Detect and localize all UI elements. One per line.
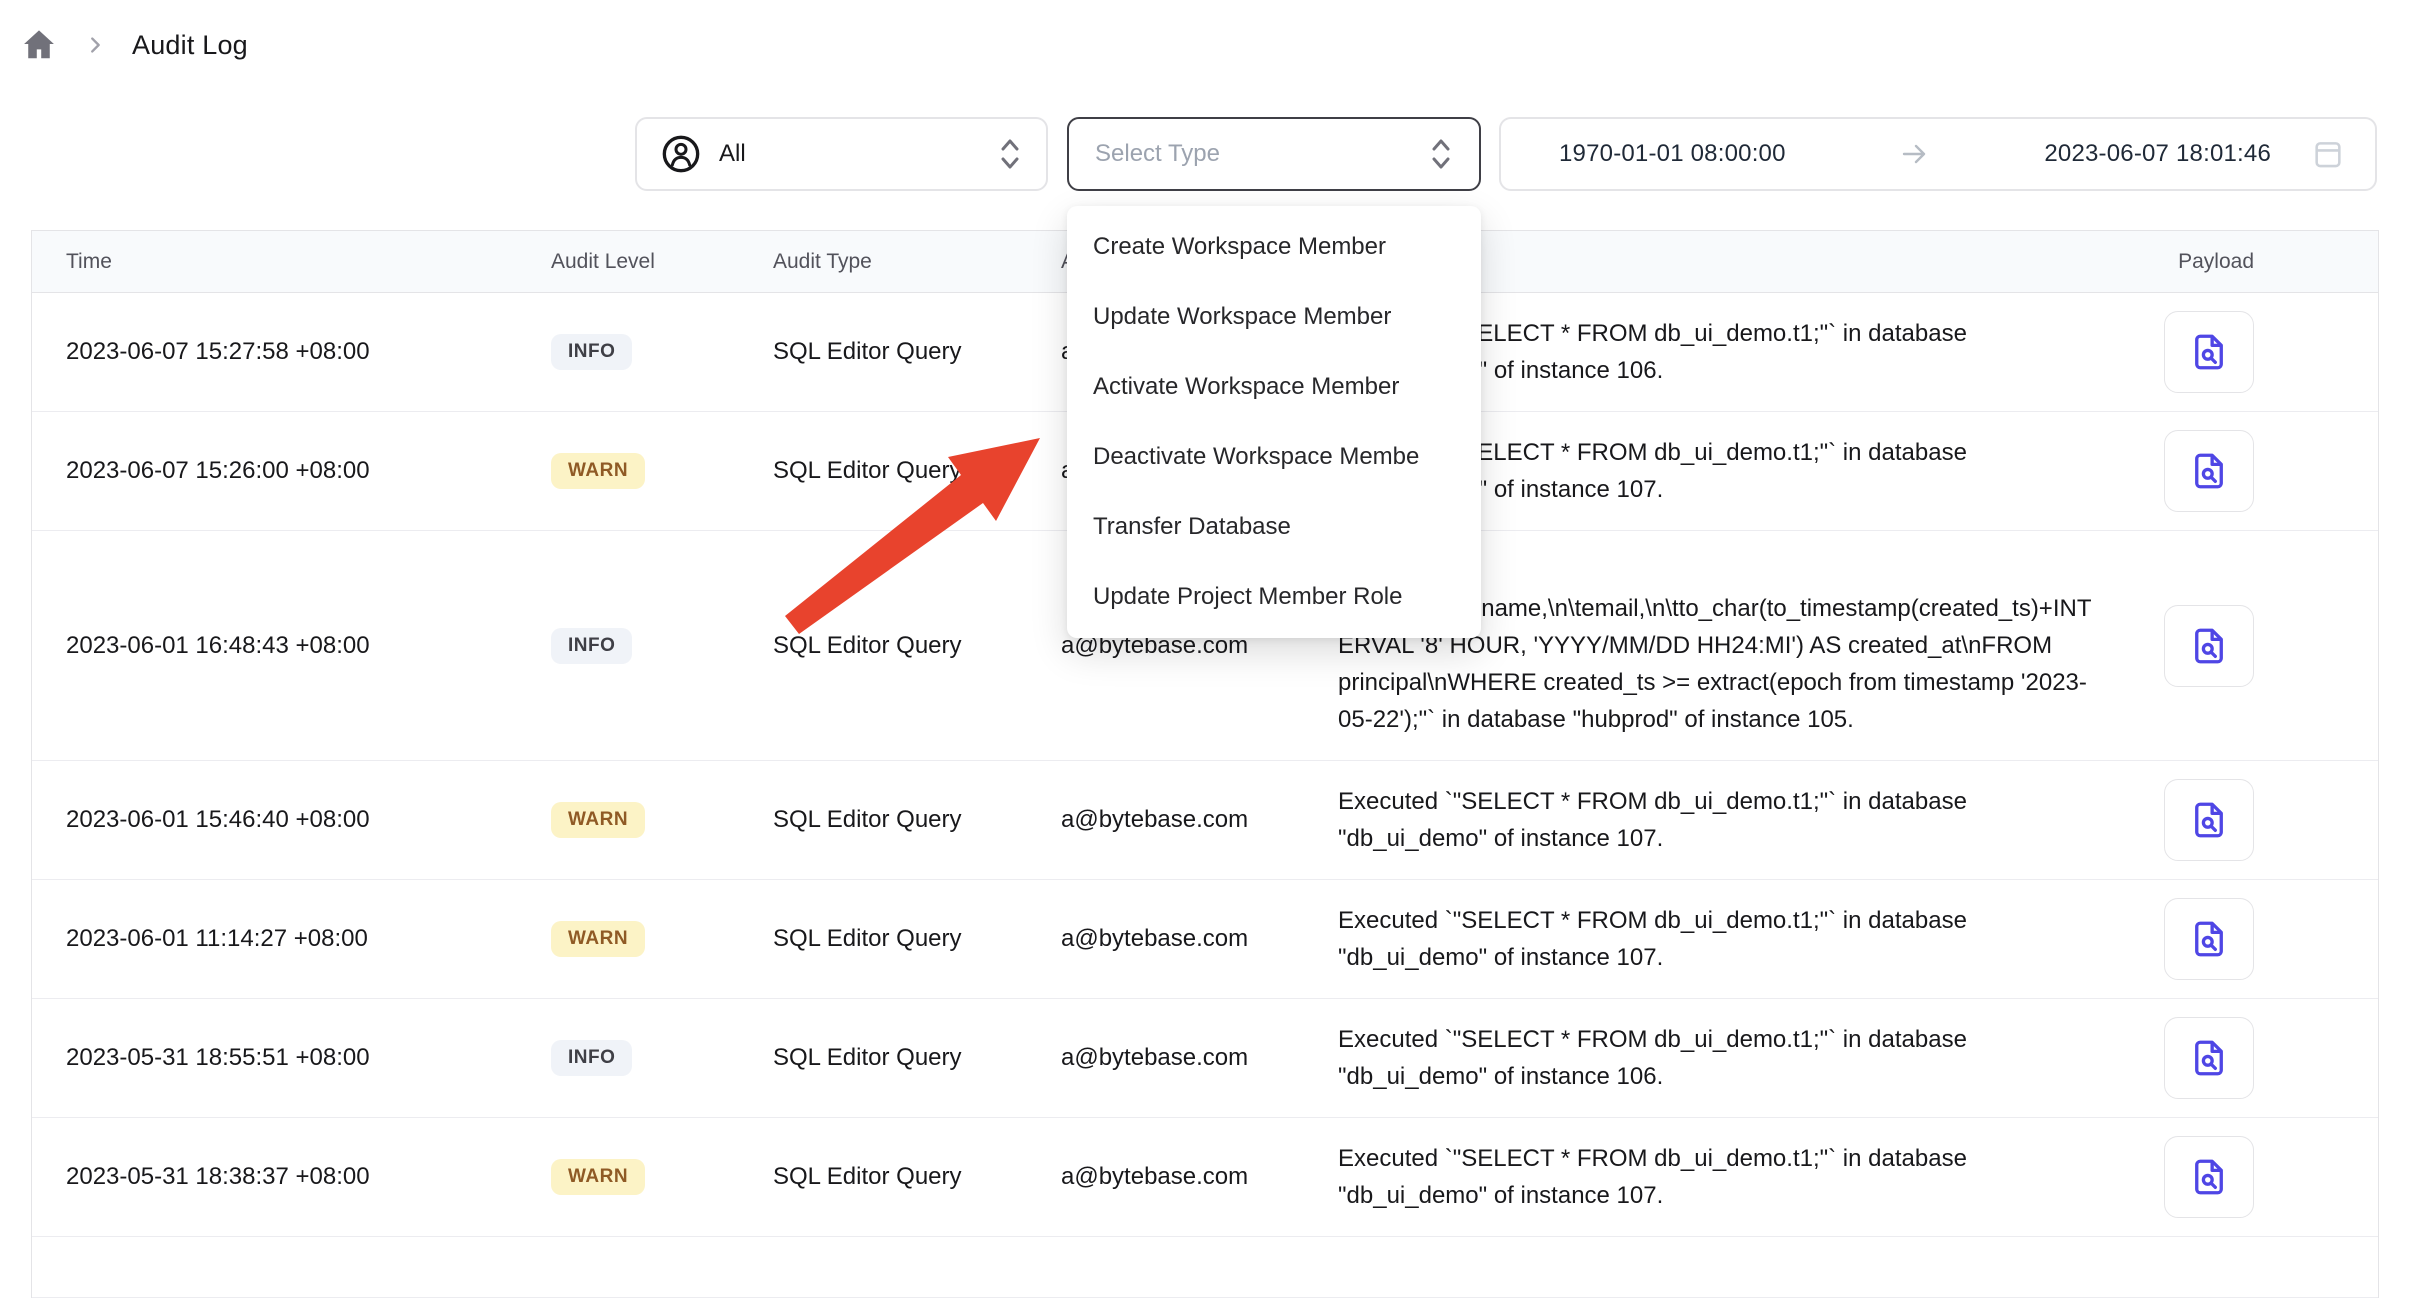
cell-audit-level: WARN — [551, 1159, 773, 1195]
cell-audit-type: SQL Editor Query — [773, 1044, 1061, 1072]
audit-level-badge: WARN — [551, 453, 645, 489]
audit-level-badge: WARN — [551, 802, 645, 838]
cell-actor: a@bytebase.com — [1061, 1044, 1338, 1072]
select-arrows-icon — [998, 136, 1022, 172]
cell-audit-level: WARN — [551, 453, 773, 489]
cell-payload — [2118, 779, 2378, 861]
cell-audit-level: INFO — [551, 628, 773, 664]
cell-audit-level: WARN — [551, 802, 773, 838]
type-dropdown-option[interactable]: Update Project Member Role — [1067, 562, 1481, 632]
column-header-time: Time — [66, 250, 551, 274]
audit-level-badge: WARN — [551, 1159, 645, 1195]
table-row[interactable]: 2023-06-01 15:46:40 +08:00 WARN SQL Edit… — [32, 761, 2378, 880]
date-range-start[interactable]: 1970-01-01 08:00:00 — [1559, 140, 1786, 168]
payload-view-button[interactable] — [2164, 605, 2254, 687]
cell-audit-type: SQL Editor Query — [773, 338, 1061, 366]
cell-payload — [2118, 430, 2378, 512]
payload-view-button[interactable] — [2164, 311, 2254, 393]
payload-view-button[interactable] — [2164, 1136, 2254, 1218]
audit-level-badge: INFO — [551, 1040, 632, 1076]
cell-comment: Executed `"SELECT * FROM db_ui_demo.t1;"… — [1338, 1118, 2118, 1236]
type-dropdown-option[interactable]: Deactivate Workspace Member — [1067, 422, 1481, 492]
cell-audit-level: INFO — [551, 334, 773, 370]
column-header-type: Audit Type — [773, 250, 1061, 274]
type-dropdown-menu: Create Workspace Member Update Workspace… — [1067, 206, 1481, 638]
document-search-icon — [2188, 331, 2230, 373]
type-filter-placeholder: Select Type — [1095, 140, 1220, 168]
cell-time: 2023-05-31 18:38:37 +08:00 — [66, 1163, 551, 1191]
type-filter-select[interactable]: Select Type — [1067, 117, 1481, 191]
cell-time: 2023-06-07 15:26:00 +08:00 — [66, 457, 551, 485]
column-header-level: Audit Level — [551, 250, 773, 274]
cell-actor: a@bytebase.com — [1061, 925, 1338, 953]
cell-payload — [2118, 898, 2378, 980]
document-search-icon — [2188, 625, 2230, 667]
cell-audit-type: SQL Editor Query — [773, 925, 1061, 953]
cell-payload — [2118, 605, 2378, 687]
document-search-icon — [2188, 799, 2230, 841]
date-range-picker[interactable]: 1970-01-01 08:00:00 2023-06-07 18:01:46 — [1499, 117, 2377, 191]
cell-payload — [2118, 1017, 2378, 1099]
document-search-icon — [2188, 1037, 2230, 1079]
cell-payload — [2118, 1136, 2378, 1218]
payload-view-button[interactable] — [2164, 430, 2254, 512]
document-search-icon — [2188, 918, 2230, 960]
date-range-end[interactable]: 2023-06-07 18:01:46 — [2044, 140, 2271, 168]
cell-audit-level: WARN — [551, 921, 773, 957]
cell-time: 2023-05-31 18:55:51 +08:00 — [66, 1044, 551, 1072]
type-dropdown-option[interactable]: Activate Workspace Member — [1067, 352, 1481, 422]
cell-time: 2023-06-01 15:46:40 +08:00 — [66, 806, 551, 834]
cell-comment: Executed `"SELECT * FROM db_ui_demo.t1;"… — [1338, 880, 2118, 998]
chevron-right-icon — [84, 34, 106, 56]
breadcrumb: Audit Log — [20, 26, 248, 64]
cell-audit-type: SQL Editor Query — [773, 632, 1061, 660]
cell-audit-level: INFO — [551, 1040, 773, 1076]
document-search-icon — [2188, 1156, 2230, 1198]
cell-time: 2023-06-01 11:14:27 +08:00 — [66, 925, 551, 953]
cell-payload — [2118, 311, 2378, 393]
person-circle-icon — [661, 134, 701, 174]
payload-view-button[interactable] — [2164, 779, 2254, 861]
cell-audit-type: SQL Editor Query — [773, 806, 1061, 834]
cell-audit-type: SQL Editor Query — [773, 457, 1061, 485]
cell-comment: Executed `"SELECT * FROM db_ui_demo.t1;"… — [1338, 761, 2118, 879]
home-icon[interactable] — [20, 26, 58, 64]
payload-view-button[interactable] — [2164, 1017, 2254, 1099]
cell-time: 2023-06-01 16:48:43 +08:00 — [66, 632, 551, 660]
audit-level-badge: INFO — [551, 334, 632, 370]
cell-comment: Executed `"SELECT * FROM db_ui_demo.t1;"… — [1338, 999, 2118, 1117]
table-row[interactable]: 2023-05-31 18:38:37 +08:00 WARN SQL Edit… — [32, 1118, 2378, 1237]
table-row[interactable]: 2023-05-31 18:55:51 +08:00 INFO SQL Edit… — [32, 999, 2378, 1118]
audit-level-badge: WARN — [551, 921, 645, 957]
payload-view-button[interactable] — [2164, 898, 2254, 980]
audit-level-badge: INFO — [551, 628, 632, 664]
cell-audit-type: SQL Editor Query — [773, 1163, 1061, 1191]
calendar-icon — [2311, 137, 2345, 171]
type-dropdown-option[interactable]: Update Workspace Member — [1067, 282, 1481, 352]
type-dropdown-option[interactable]: Create Workspace Member — [1067, 212, 1481, 282]
type-dropdown-option[interactable]: Transfer Database — [1067, 492, 1481, 562]
cell-time: 2023-06-07 15:27:58 +08:00 — [66, 338, 551, 366]
actor-filter-select[interactable]: All — [635, 117, 1048, 191]
arrow-right-icon — [1900, 139, 1930, 169]
table-row[interactable]: 2023-06-01 11:14:27 +08:00 WARN SQL Edit… — [32, 880, 2378, 999]
actor-filter-value: All — [719, 140, 746, 168]
select-arrows-icon — [1429, 136, 1453, 172]
document-search-icon — [2188, 450, 2230, 492]
cell-actor: a@bytebase.com — [1061, 1163, 1338, 1191]
column-header-payload: Payload — [2118, 250, 2378, 274]
page-title: Audit Log — [132, 30, 248, 61]
cell-actor: a@bytebase.com — [1061, 806, 1338, 834]
